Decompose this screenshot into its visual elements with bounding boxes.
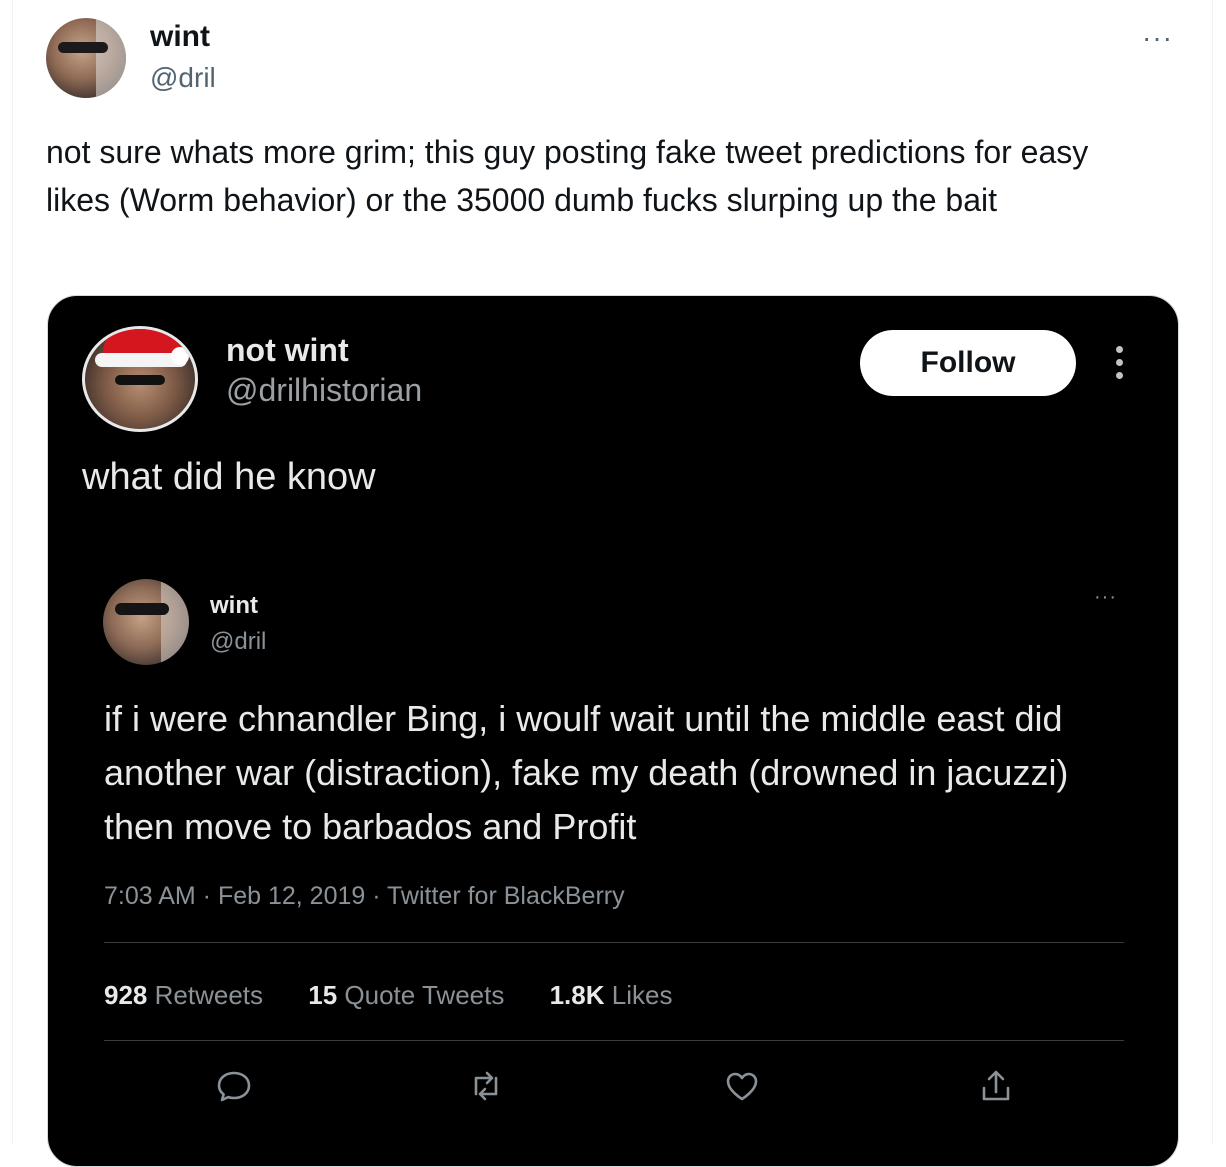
quotes-stat: 15 Quote Tweets — [308, 980, 504, 1010]
avatar-sunglasses — [58, 42, 108, 53]
quoted-avatar — [103, 579, 189, 665]
likes-count: 1.8K — [549, 980, 605, 1010]
quoted-tweet-text: if i were chnandler Bing, i woulf wait u… — [104, 698, 1069, 847]
divider — [104, 1040, 1124, 1041]
like-icon — [722, 1066, 762, 1106]
embedded-author-name: not wint — [226, 332, 349, 368]
likes-label: Likes — [611, 980, 673, 1010]
embedded-screenshot[interactable]: not wint @drilhistorian Follow what did … — [47, 295, 1179, 1167]
author-handle[interactable]: @dril — [150, 62, 216, 94]
author-name[interactable]: wint — [150, 20, 210, 54]
retweets-stat: 928 Retweets — [104, 980, 263, 1010]
avatar-sunglasses — [115, 375, 165, 385]
retweets-count: 928 — [104, 980, 148, 1010]
more-options-icon[interactable]: ··· — [1142, 22, 1173, 54]
timeline-border-left — [12, 0, 13, 1144]
tweet-text: not sure whats more grim; this guy posti… — [46, 134, 1089, 218]
follow-button: Follow — [860, 330, 1076, 396]
reply-icon — [214, 1066, 254, 1106]
embedded-avatar — [82, 326, 198, 432]
avatar[interactable] — [46, 18, 126, 98]
timeline-border-right — [1212, 0, 1213, 1144]
embedded-author-handle: @drilhistorian — [226, 372, 423, 408]
quoted-author-name: wint — [210, 592, 258, 619]
quotes-count: 15 — [308, 980, 338, 1010]
quoted-tweet-meta: 7:03 AM · Feb 12, 2019 · Twitter for Bla… — [104, 882, 625, 910]
santa-hat-pom — [171, 347, 189, 365]
quoted-author-handle: @dril — [210, 628, 267, 655]
likes-stat: 1.8K Likes — [550, 980, 673, 1010]
share-icon — [976, 1066, 1016, 1106]
quotes-label: Quote Tweets — [344, 980, 505, 1010]
quoted-more-icon: ··· — [1094, 586, 1117, 608]
avatar-background — [96, 18, 126, 98]
avatar-background — [161, 579, 189, 665]
quoted-stats: 928 Retweets 15 Quote Tweets 1.8K Likes — [104, 980, 710, 1011]
vertical-more-icon — [1116, 346, 1126, 385]
avatar-sunglasses — [115, 603, 169, 615]
retweet-icon — [466, 1066, 506, 1106]
embedded-tweet-text: what did he know — [82, 456, 376, 498]
retweets-label: Retweets — [154, 980, 264, 1010]
divider — [104, 942, 1124, 943]
